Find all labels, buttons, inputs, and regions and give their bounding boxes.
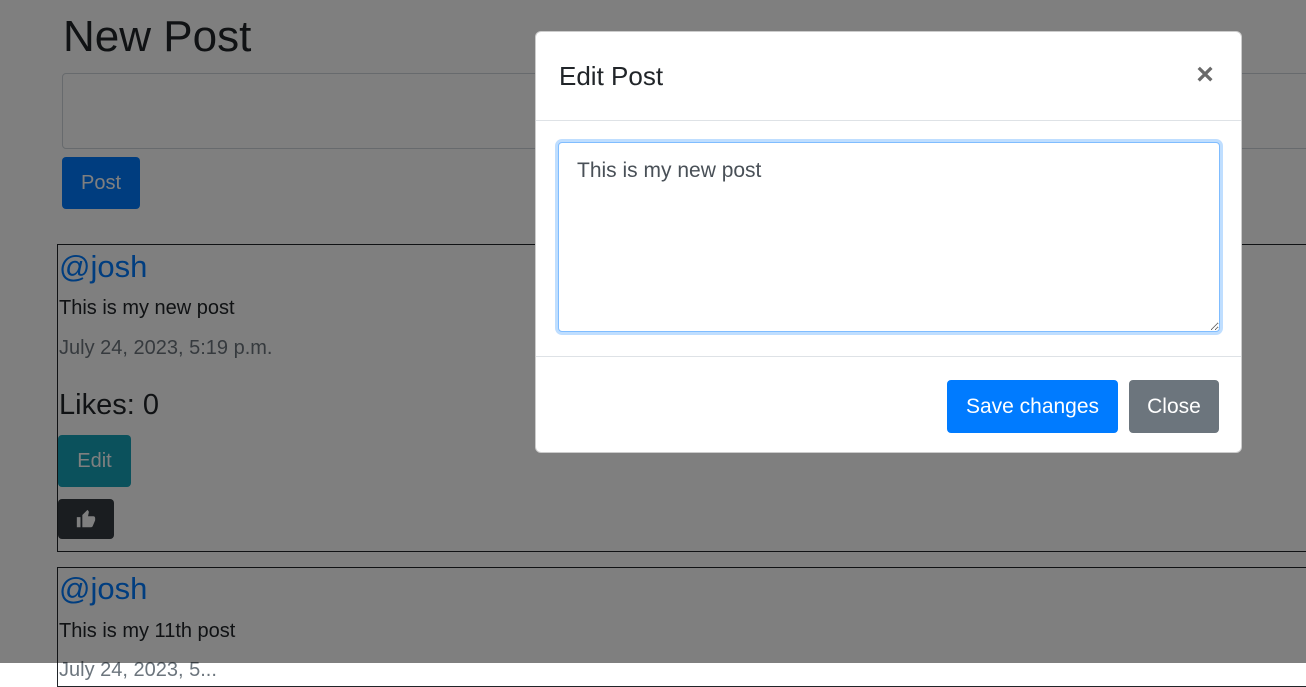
edit-post-textarea[interactable]: This is my new post	[558, 142, 1220, 332]
edit-post-modal: Edit Post × This is my new post Save cha…	[535, 31, 1242, 453]
close-button[interactable]: Close	[1129, 380, 1219, 433]
modal-footer: Save changes Close	[536, 356, 1241, 452]
modal-title: Edit Post	[559, 61, 664, 91]
modal-body: This is my new post	[536, 121, 1241, 356]
close-icon[interactable]: ×	[1191, 60, 1219, 90]
save-changes-button[interactable]: Save changes	[947, 380, 1118, 433]
modal-header: Edit Post ×	[536, 32, 1241, 121]
